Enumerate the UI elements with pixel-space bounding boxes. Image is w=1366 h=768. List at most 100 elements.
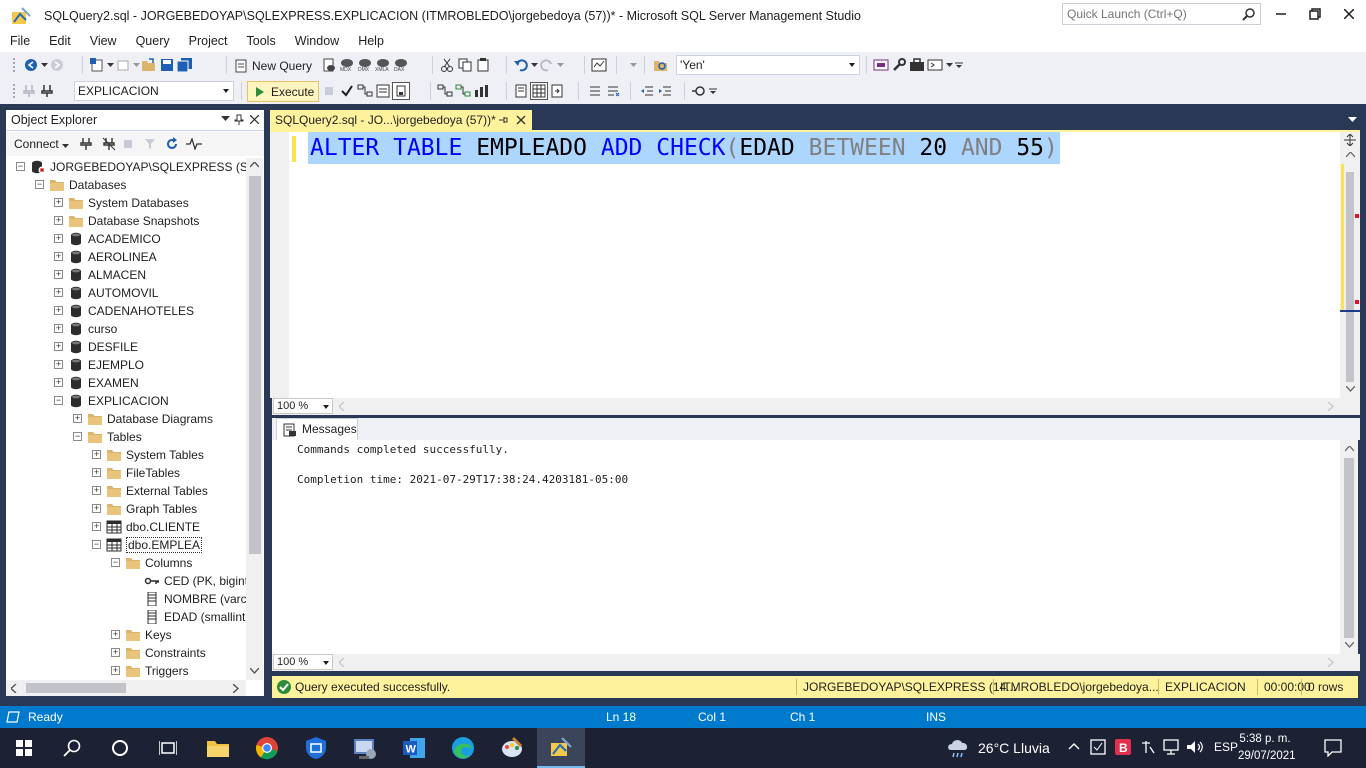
tree-node[interactable]: + ALMACEN [6,266,246,284]
scroll-left-icon[interactable] [11,684,17,693]
ime-mode-icon[interactable] [1140,739,1156,755]
code-line[interactable]: ALTER TABLE EMPLEADO ADD CHECK(EDAD BETW… [308,132,1060,164]
editor-zoom-select[interactable]: 100 % [273,398,333,414]
window-layout-dropdown-icon[interactable] [944,56,954,74]
minimize-button[interactable] [1266,4,1296,24]
increase-indent-icon[interactable] [656,82,674,100]
find-in-files-icon[interactable] [652,56,670,74]
tree-node[interactable]: − Tables [6,428,246,446]
messages-pane[interactable]: Commands completed successfully. Complet… [272,440,1340,654]
expand-icon[interactable]: + [111,666,120,675]
tab-overflow-dropdown-icon[interactable] [1348,117,1357,123]
tab-messages[interactable]: Messages [276,418,358,440]
tree-node[interactable]: + EXAMEN [6,374,246,392]
cut-icon[interactable] [438,56,456,74]
expand-icon[interactable]: + [111,630,120,639]
redo-icon[interactable] [538,56,556,74]
start-button[interactable] [0,728,48,768]
collapse-icon[interactable]: − [54,396,63,405]
uncomment-lines-icon[interactable] [604,82,622,100]
menu-edit[interactable]: Edit [39,32,80,52]
scroll-right-icon[interactable] [1328,402,1334,411]
live-query-stats-icon[interactable] [454,82,472,100]
connect-icon[interactable] [20,82,38,100]
expand-icon[interactable]: + [54,216,63,225]
available-databases-select[interactable]: EXPLICACION [74,81,234,101]
dmx-query-icon[interactable]: DMX [356,56,374,74]
expand-icon[interactable]: + [54,288,63,297]
pin-icon[interactable] [234,114,244,126]
open-file-icon[interactable] [140,56,158,74]
quick-launch-box[interactable] [1062,3,1261,25]
expand-icon[interactable]: + [54,378,63,387]
scroll-up-icon[interactable] [1345,446,1354,452]
activity-monitor-icon[interactable] [590,56,608,74]
tree-node[interactable]: + FileTables [6,464,246,482]
menu-help[interactable]: Help [348,32,393,52]
tree-node[interactable]: + Database Diagrams [6,410,246,428]
tree-node[interactable]: + AUTOMOVIL [6,284,246,302]
undo-icon[interactable] [512,56,530,74]
output-window-icon[interactable] [926,56,944,74]
notifications-icon[interactable] [1324,739,1342,757]
expand-icon[interactable]: + [54,306,63,315]
back-dropdown-icon[interactable] [40,56,48,74]
expand-icon[interactable]: + [54,360,63,369]
toolbox-icon[interactable] [908,56,926,74]
solution-config-select[interactable]: 'Yen' [676,55,860,75]
taskbar-file-explorer[interactable] [194,728,242,768]
save-all-icon[interactable] [176,56,194,74]
query-options-icon[interactable] [374,82,392,100]
expand-icon[interactable]: + [92,486,101,495]
tree-node[interactable]: CED (PK, bigint [6,572,246,590]
tree-node[interactable]: + Constraints [6,644,246,662]
tree-node[interactable]: + System Databases [6,194,246,212]
specify-template-values-icon[interactable] [690,82,708,100]
input-language[interactable]: ESP [1214,740,1238,754]
display-estimated-plan-icon[interactable] [356,82,374,100]
xmla-query-icon[interactable]: XMLA [374,56,392,74]
new-query-button[interactable]: New Query [232,56,312,75]
expand-icon[interactable]: + [54,324,63,333]
scroll-right-icon[interactable] [1328,658,1334,667]
tree-node[interactable]: + CADENAHOTELES [6,302,246,320]
volume-icon[interactable] [1186,739,1204,755]
tree-node[interactable]: NOMBRE (varc [6,590,246,608]
database-engine-query-icon[interactable] [320,56,338,74]
collapse-icon[interactable]: − [111,558,120,567]
add-item-icon[interactable] [114,56,132,74]
tree-node[interactable]: + System Tables [6,446,246,464]
pin-tab-icon[interactable] [498,115,508,125]
copy-icon[interactable] [456,56,474,74]
decrease-indent-icon[interactable] [638,82,656,100]
scroll-left-icon[interactable] [339,658,345,667]
sqlcmd-mode-icon[interactable] [392,82,410,100]
collapse-icon[interactable]: − [35,180,44,189]
expand-icon[interactable]: + [54,234,63,243]
scroll-up-icon[interactable] [250,162,259,168]
comment-lines-icon[interactable] [586,82,604,100]
results-to-file-icon[interactable] [548,82,566,100]
add-item-dropdown-icon[interactable] [132,56,140,74]
taskbar-edge[interactable] [439,728,487,768]
tray-app-icon[interactable] [1090,739,1106,755]
filter-icon[interactable] [144,138,156,150]
tree-node[interactable]: + Database Snapshots [6,212,246,230]
clock[interactable]: 5:38 p. m. 29/07/2021 [1238,731,1296,765]
show-hidden-icons-chevron[interactable] [1068,742,1080,750]
expand-icon[interactable]: + [92,468,101,477]
connect-plug-icon[interactable] [80,137,92,151]
tree-node[interactable]: + AEROLINEA [6,248,246,266]
scrollbar-thumb[interactable] [1344,458,1354,638]
scroll-down-icon[interactable] [1345,642,1354,648]
tree-node[interactable]: + Triggers [6,662,246,680]
expand-icon[interactable]: + [54,270,63,279]
tab-sqlquery2[interactable]: SQLQuery2.sql - JO...\jorgebedoya (57))* [270,110,532,130]
expand-icon[interactable]: + [54,252,63,261]
paste-icon[interactable] [474,56,492,74]
scroll-left-icon[interactable] [339,402,345,411]
tree-node[interactable]: − JORGEBEDOYAP\SQLEXPRESS (SQL S [6,158,246,176]
properties-wrench-icon[interactable] [890,56,908,74]
tree-vertical-scrollbar[interactable] [246,158,263,680]
expand-icon[interactable]: + [54,342,63,351]
